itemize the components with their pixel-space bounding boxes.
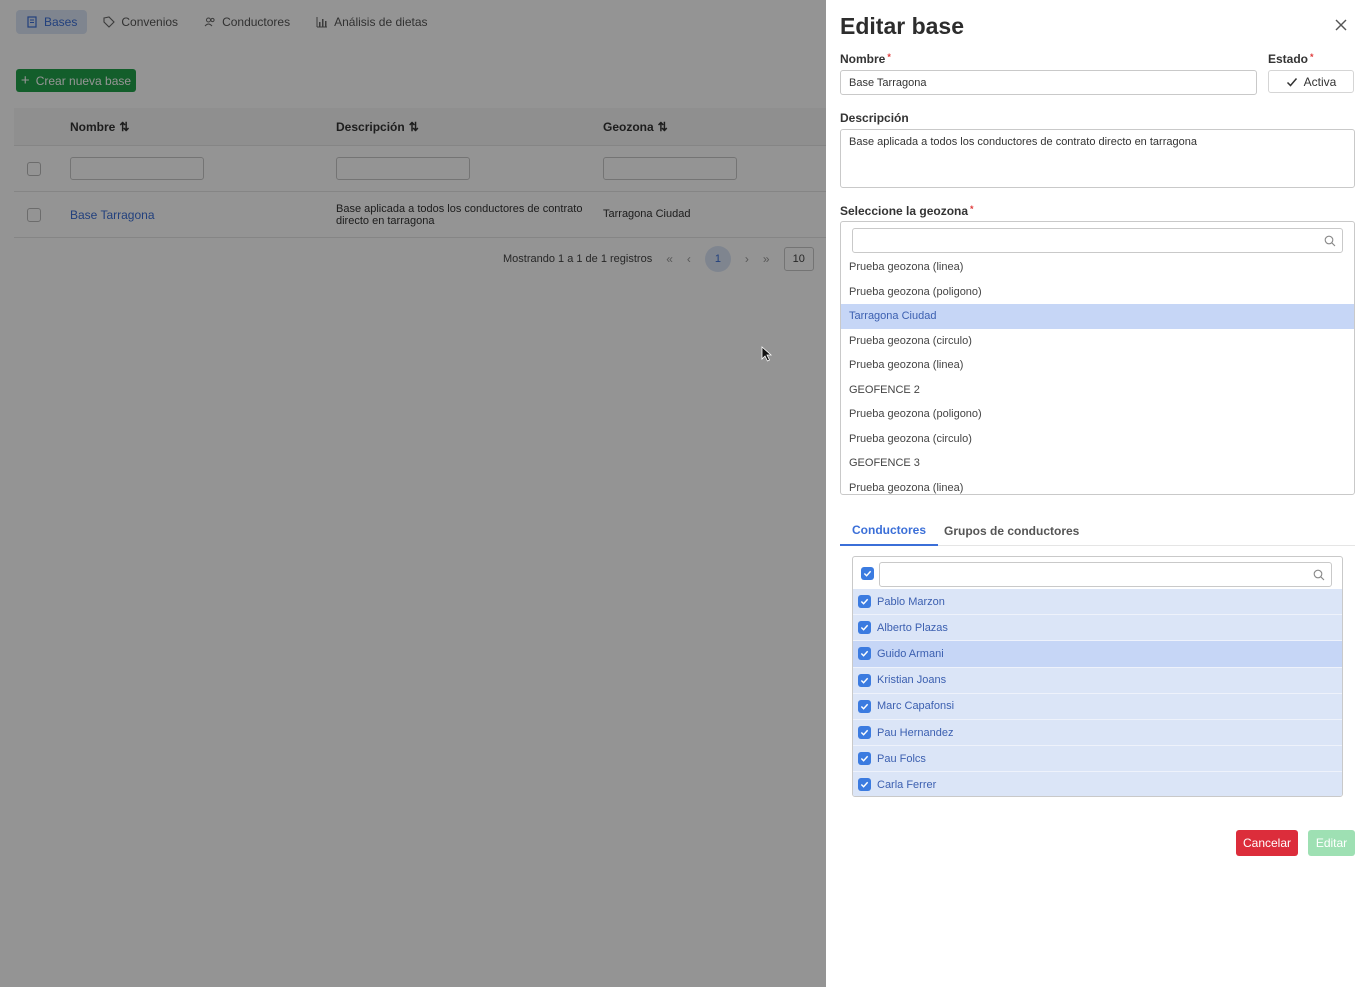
panel-title: Editar base bbox=[840, 13, 964, 39]
check-icon bbox=[860, 729, 869, 736]
geozona-search-input[interactable] bbox=[852, 228, 1343, 253]
tab-grupos-conductores[interactable]: Grupos de conductores bbox=[932, 516, 1091, 546]
conductor-checkbox[interactable] bbox=[858, 595, 871, 609]
tab-conductores[interactable]: Conductores bbox=[840, 516, 939, 546]
conductor-option[interactable]: Pau Folcs bbox=[853, 746, 1342, 773]
conductor-checkbox[interactable] bbox=[858, 621, 871, 635]
required-mark: * bbox=[970, 204, 974, 214]
descripcion-textarea[interactable]: Base aplicada a todos los conductores de… bbox=[840, 129, 1355, 188]
close-icon[interactable] bbox=[1334, 18, 1348, 32]
conductor-name: Pablo Marzon bbox=[877, 595, 945, 608]
modal-overlay[interactable] bbox=[0, 0, 826, 987]
geozona-label: Seleccione la geozona * bbox=[840, 204, 974, 218]
select-all-conductores-checkbox[interactable] bbox=[861, 567, 874, 580]
mouse-cursor-icon bbox=[761, 346, 773, 362]
picklist-header bbox=[853, 557, 1342, 589]
geozona-option[interactable]: Prueba geozona (poligono) bbox=[841, 402, 1354, 427]
required-mark: * bbox=[1310, 52, 1314, 62]
nombre-input[interactable]: Base Tarragona bbox=[840, 70, 1257, 95]
check-icon bbox=[860, 677, 869, 684]
check-icon bbox=[860, 703, 869, 710]
nombre-label: Nombre * bbox=[840, 52, 891, 66]
estado-toggle-button[interactable]: Activa bbox=[1268, 70, 1354, 93]
required-mark: * bbox=[887, 52, 891, 62]
conductor-name: Pau Hernandez bbox=[877, 726, 954, 739]
check-icon bbox=[863, 570, 872, 577]
estado-label: Estado * bbox=[1268, 52, 1314, 66]
geozona-option[interactable]: Prueba geozona (linea) bbox=[841, 476, 1354, 495]
conductor-name: Pau Folcs bbox=[877, 752, 926, 765]
conductor-option[interactable]: Pablo Marzon bbox=[853, 589, 1342, 616]
conductor-option[interactable]: Kristian Joans bbox=[853, 667, 1342, 694]
conductor-option[interactable]: Carla Ferrer bbox=[853, 772, 1342, 796]
descripcion-textarea-value: Base aplicada a todos los conductores de… bbox=[849, 136, 1197, 148]
edit-button[interactable]: Editar bbox=[1308, 830, 1355, 856]
check-icon bbox=[860, 755, 869, 763]
conductor-name: Carla Ferrer bbox=[877, 778, 937, 791]
conductor-checkbox[interactable] bbox=[858, 647, 871, 661]
conductor-name: Alberto Plazas bbox=[877, 621, 948, 634]
conductores-options: Pablo Marzon Alberto Plazas Guido Armani Kr… bbox=[853, 589, 1342, 796]
nombre-label-text: Nombre bbox=[840, 52, 886, 66]
conductor-name: Kristian Joans bbox=[877, 674, 947, 687]
conductor-option[interactable]: Guido Armani bbox=[853, 641, 1342, 668]
geozona-option[interactable]: GEOFENCE 2 bbox=[841, 378, 1354, 403]
geozona-option[interactable]: Tarragona Ciudad bbox=[841, 304, 1354, 329]
conductor-checkbox[interactable] bbox=[858, 673, 871, 687]
nombre-input-value: Base Tarragona bbox=[849, 76, 927, 89]
check-icon bbox=[1286, 77, 1297, 87]
check-icon bbox=[860, 651, 869, 658]
check-icon bbox=[860, 625, 869, 632]
check-icon bbox=[860, 598, 869, 605]
geozona-option[interactable]: Prueba geozona (linea) bbox=[841, 255, 1354, 280]
geozona-options: Prueba geozona (linea) Prueba geozona (po… bbox=[841, 255, 1354, 495]
conductores-search-input[interactable] bbox=[879, 562, 1332, 587]
conductor-option[interactable]: Alberto Plazas bbox=[853, 615, 1342, 642]
geozona-option[interactable]: GEOFENCE 3 bbox=[841, 451, 1354, 476]
geozona-option[interactable]: Prueba geozona (linea) bbox=[841, 353, 1354, 378]
conductor-name: Guido Armani bbox=[877, 647, 944, 660]
geozona-option[interactable]: Prueba geozona (poligono) bbox=[841, 280, 1354, 305]
conductor-checkbox[interactable] bbox=[858, 778, 871, 792]
conductor-option[interactable]: Marc Capafonsi bbox=[853, 693, 1342, 720]
conductor-name: Marc Capafonsi bbox=[877, 700, 955, 713]
conductor-checkbox[interactable] bbox=[858, 699, 871, 713]
geozona-listbox: Prueba geozona (linea) Prueba geozona (po… bbox=[840, 221, 1355, 495]
check-icon bbox=[860, 782, 869, 789]
geozona-label-text: Seleccione la geozona bbox=[840, 204, 969, 218]
estado-label-text: Estado bbox=[1268, 52, 1309, 66]
conductor-option[interactable]: Pau Hernandez bbox=[853, 719, 1342, 747]
geozona-option[interactable]: Prueba geozona (circulo) bbox=[841, 427, 1354, 452]
cancel-button[interactable]: Cancelar bbox=[1236, 830, 1298, 856]
conductor-checkbox[interactable] bbox=[858, 752, 871, 766]
estado-toggle-label: Activa bbox=[1303, 74, 1337, 89]
conductor-checkbox[interactable] bbox=[858, 726, 871, 740]
conductores-picklist: Pablo Marzon Alberto Plazas Guido Armani Kr… bbox=[852, 556, 1343, 797]
conductores-tabs: Conductores Grupos de conductores bbox=[840, 516, 1355, 546]
search-icon bbox=[1324, 235, 1336, 247]
edit-base-panel: Editar base Nombre * Base Tarragona Estad… bbox=[826, 0, 1365, 987]
geozona-option[interactable]: Prueba geozona (circulo) bbox=[841, 329, 1354, 354]
search-icon bbox=[1313, 569, 1325, 581]
descripcion-label: Descripción bbox=[840, 111, 909, 125]
